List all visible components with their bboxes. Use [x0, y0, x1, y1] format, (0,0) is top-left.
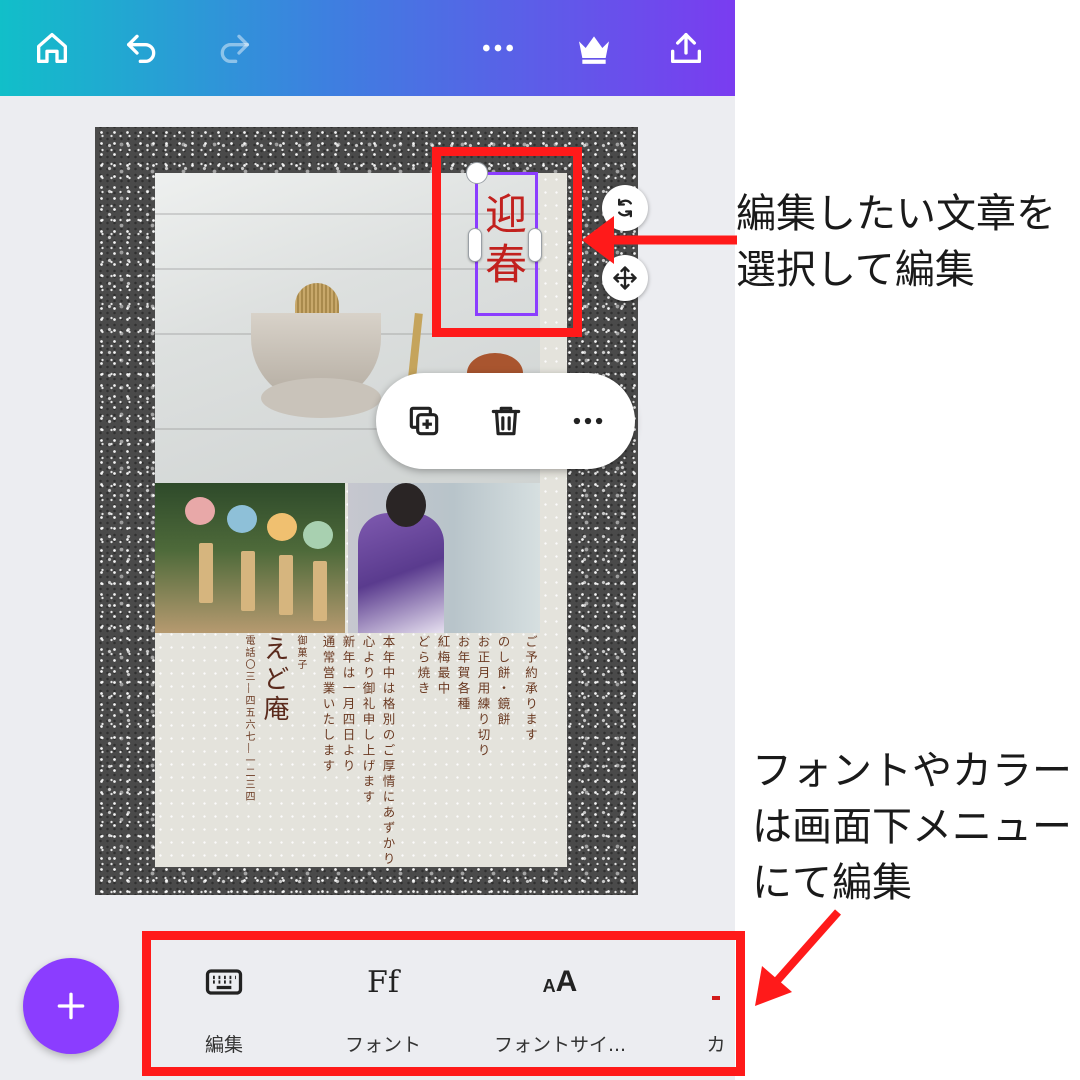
text-column: 本年中は格別のご厚情にあずかり — [380, 635, 396, 868]
highlight-bottom-toolbar — [142, 931, 745, 1076]
trash-icon — [491, 406, 521, 436]
undo-button[interactable] — [118, 24, 166, 72]
highlight-selected-text — [432, 147, 582, 337]
annotation-line: は画面下メニュー — [752, 804, 1072, 850]
text-column: どら焼き — [415, 635, 431, 697]
phone-number: 電話〇三―四五六七―一二三四 — [243, 635, 254, 803]
more-button[interactable] — [474, 24, 522, 72]
annotation-select-text: 編集したい文章を 選択して編集 — [736, 186, 1056, 298]
share-upload-icon — [671, 33, 701, 63]
redo-icon — [220, 34, 249, 63]
text-column: ご予約承ります — [523, 635, 538, 744]
phone-screen: ご予約承ります のし餅・鏡餅 お正月用練り切り お年賀各種 紅梅最中 どら焼き … — [0, 0, 735, 1080]
rotate-icon — [618, 198, 632, 218]
kimono-woman-photo — [348, 483, 540, 633]
move-arrows-icon — [613, 266, 637, 290]
add-element-button[interactable] — [23, 958, 119, 1054]
wind-chimes-photo — [155, 483, 345, 633]
plus-icon — [57, 992, 85, 1020]
text-column: 新年は一月四日より — [340, 635, 356, 775]
premium-button[interactable] — [570, 24, 618, 72]
text-column: 通常営業いたします — [320, 635, 336, 775]
arrow-to-toolbar — [755, 909, 841, 1006]
undo-icon — [126, 34, 156, 63]
element-context-menu — [376, 373, 635, 469]
annotation-bottom-menu: フォントやカラー は画面下メニュー にて編集 — [752, 743, 1072, 911]
duplicate-icon — [409, 406, 439, 436]
annotation-line: 選択して編集 — [736, 247, 975, 293]
home-icon — [37, 33, 68, 63]
annotation-line: 編集したい文章を — [736, 191, 1056, 237]
shop-name: えど庵 — [259, 635, 289, 725]
top-toolbar — [0, 0, 735, 96]
crown-icon — [579, 36, 609, 64]
vertical-text-block[interactable]: ご予約承ります のし餅・鏡餅 お正月用練り切り お年賀各種 紅梅最中 どら焼き … — [239, 635, 539, 868]
more-horizontal-icon — [483, 44, 513, 52]
duplicate-button[interactable] — [400, 397, 448, 445]
home-button[interactable] — [28, 24, 76, 72]
more-horizontal-icon — [573, 417, 603, 425]
more-options-button[interactable] — [564, 397, 612, 445]
redo-button[interactable] — [210, 24, 258, 72]
text-column: 紅梅最中 — [435, 635, 451, 697]
shop-label: 御菓子 — [295, 635, 306, 671]
text-column: 心より御礼申し上げます — [360, 635, 376, 806]
text-column: お正月用練り切り — [475, 635, 491, 759]
text-column: お年賀各種 — [455, 635, 471, 713]
rotate-button[interactable] — [602, 185, 648, 231]
delete-button[interactable] — [482, 397, 530, 445]
move-button[interactable] — [602, 255, 648, 301]
annotation-line: フォントやカラー — [752, 748, 1072, 794]
share-button[interactable] — [662, 24, 710, 72]
text-column: のし餅・鏡餅 — [495, 635, 511, 728]
annotation-line: にて編集 — [752, 860, 912, 906]
